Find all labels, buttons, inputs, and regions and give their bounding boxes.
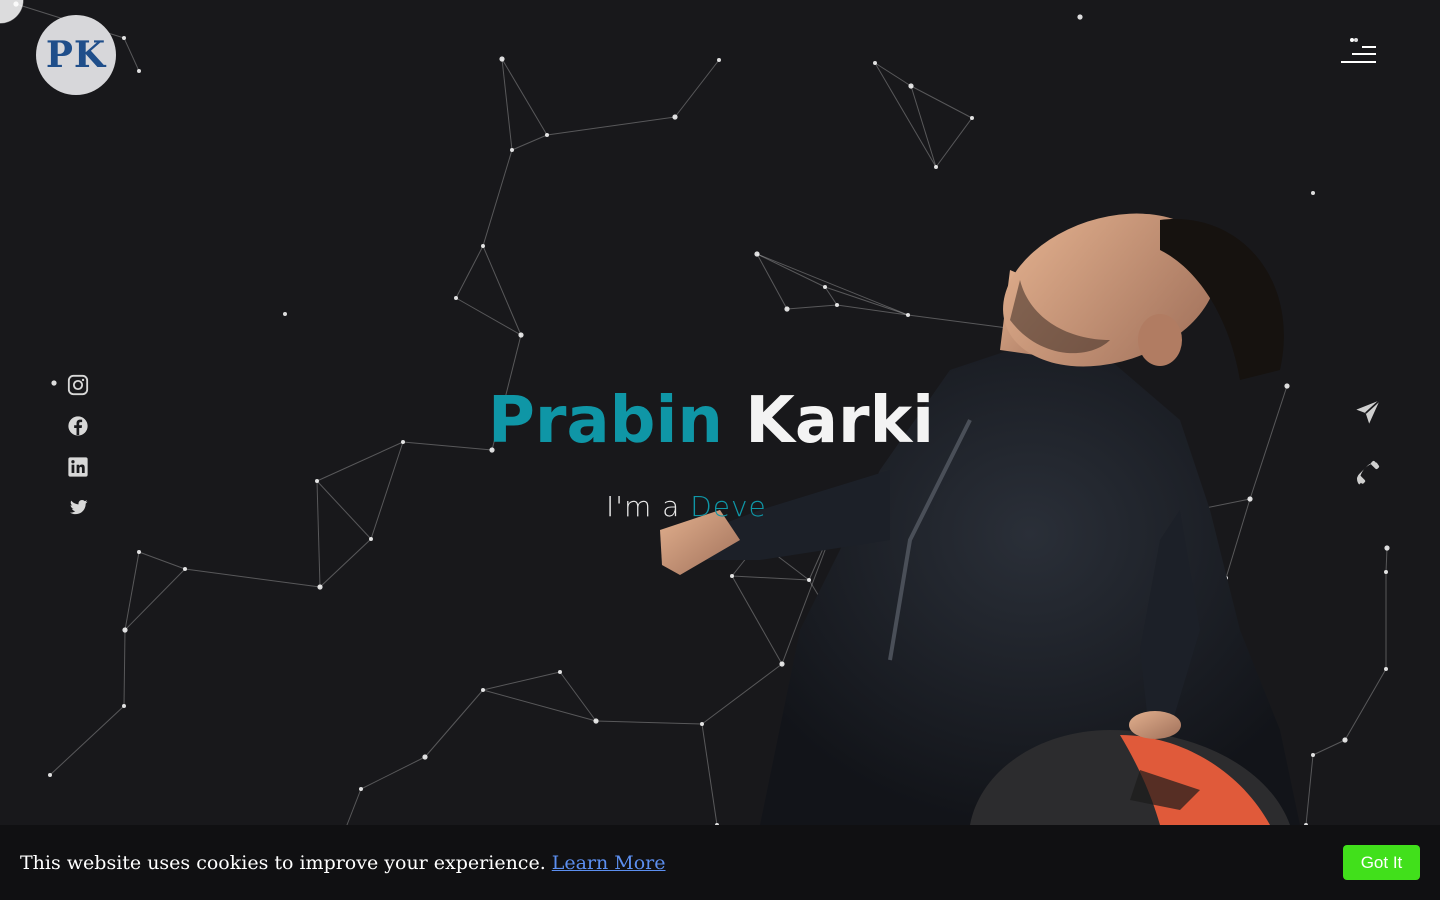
network-line [935,117,973,168]
network-line [511,134,548,151]
network-line [49,705,125,776]
linkedin-icon[interactable] [66,456,90,478]
network-dot [481,688,485,692]
network-dot [558,670,562,674]
network-dot [122,36,126,40]
network-line [138,551,186,570]
contact-links [1352,396,1384,490]
network-line [123,629,126,707]
menu-icon-bar-top [1362,46,1376,48]
social-links [66,374,90,519]
network-line [455,245,484,299]
network-line [910,85,937,168]
network-line [184,568,321,588]
network-line [674,59,720,118]
menu-toggle-button[interactable] [1338,36,1380,68]
facebook-icon[interactable] [66,415,90,437]
send-icon[interactable] [1352,396,1384,428]
network-dot [183,567,187,571]
network-dot [1311,191,1315,195]
network-line [910,85,973,119]
network-line [316,480,372,540]
tagline-typed-text: Deve [690,490,767,523]
network-line [482,149,513,247]
network-dot [422,754,428,760]
network-dot [873,61,877,65]
network-dot [934,165,938,169]
network-dot [1077,14,1083,20]
network-dot [317,584,323,590]
network-line [559,671,597,722]
network-dot [401,440,405,444]
menu-icon-bar-bottom [1341,61,1376,63]
network-line [482,245,522,336]
network-dot [137,550,141,554]
hero-tagline: I'm a Deve [606,490,767,523]
network-dot [510,148,514,152]
network-line [123,37,140,72]
network-dot [970,116,974,120]
network-dot [1384,545,1390,551]
network-line [874,62,912,87]
network-dot [672,114,678,120]
network-dot [369,537,373,541]
network-dot [499,56,505,62]
network-dot [315,479,319,483]
network-line [424,689,484,758]
network-dot [1384,570,1388,574]
network-line [344,788,362,831]
network-dot [122,627,128,633]
network-line [482,671,561,691]
menu-icon-dot [1350,38,1354,42]
network-dot [481,244,485,248]
network-dot [717,58,721,62]
menu-icon-bar-mid [1352,53,1376,55]
hero-last-name: Karki [745,384,935,458]
network-line [316,480,321,588]
network-dot [454,296,458,300]
network-dot [908,83,914,89]
network-dot [48,773,52,777]
hero-first-name: Prabin [488,384,723,458]
network-dot [359,787,363,791]
network-line [316,441,404,482]
cookie-learn-more-link[interactable]: Learn More [552,852,666,874]
network-dot [545,133,549,137]
network-line [360,756,426,790]
logo[interactable]: PK [36,15,116,95]
network-dot [283,312,287,316]
cookie-accept-button[interactable]: Got It [1343,845,1420,880]
network-line [874,62,937,168]
network-dot [137,69,141,73]
phone-icon[interactable] [1352,458,1384,490]
network-line [370,441,404,540]
network-line [455,297,522,336]
network-line [402,441,493,451]
network-line [482,689,597,722]
tagline-prefix: I'm a [606,490,691,523]
network-dot [122,704,126,708]
network-line [546,116,676,136]
network-dot [593,718,599,724]
corner-ring [0,0,24,24]
network-line [319,538,372,588]
network-dot [1384,667,1388,671]
twitter-icon[interactable] [66,497,90,519]
network-line [1385,547,1388,573]
cookie-message: This website uses cookies to improve you… [20,851,546,874]
instagram-icon[interactable] [66,374,90,396]
cookie-consent-bar: This website uses cookies to improve you… [0,825,1440,900]
network-dot [51,380,57,386]
logo-text: PK [45,34,107,76]
page: PK Prabin Karki I'm a Deve This website … [0,0,1440,900]
hero-name: Prabin Karki [488,378,934,464]
network-dot [518,332,524,338]
